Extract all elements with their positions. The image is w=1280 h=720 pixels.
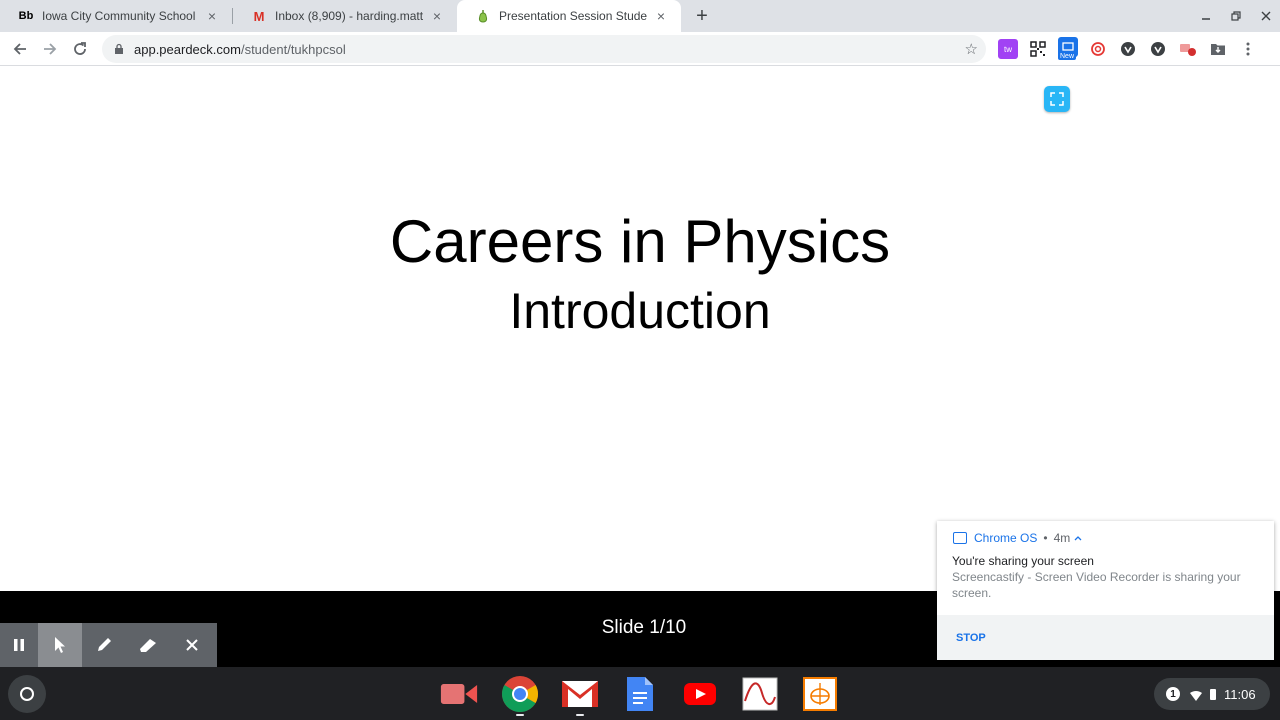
notification-time: 4m (1053, 531, 1071, 545)
download-folder-icon[interactable] (1208, 39, 1228, 59)
notification-actions: STOP (937, 615, 1274, 660)
stop-sharing-button[interactable]: STOP (956, 632, 986, 644)
tab-strip: Bb Iowa City Community School Dis × M In… (0, 0, 1280, 32)
back-icon[interactable] (7, 36, 33, 62)
notification-separator: • (1043, 531, 1048, 545)
forward-icon[interactable] (37, 36, 63, 62)
chrome-app-icon[interactable] (501, 675, 539, 716)
geogebra-app-icon[interactable] (801, 675, 839, 713)
close-tab-icon[interactable]: × (204, 8, 220, 24)
tab-title: Iowa City Community School Dis (42, 9, 198, 23)
close-tab-icon[interactable]: × (429, 8, 445, 24)
graphing-app-icon[interactable] (741, 675, 779, 713)
screen-sharing-notification: Chrome OS • 4m You're sharing your scree… (937, 521, 1274, 660)
restore-icon[interactable] (1226, 6, 1246, 26)
menu-kebab-icon[interactable] (1238, 39, 1258, 59)
gmail-app-icon[interactable] (561, 675, 599, 716)
eraser-tool-icon[interactable] (126, 623, 170, 667)
bookmark-star-icon[interactable]: ☆ (965, 40, 978, 58)
address-bar[interactable]: app.peardeck.com/student/tukhpcsol ☆ (102, 35, 986, 63)
shield-icon[interactable] (1118, 39, 1138, 59)
new-badge: New (1058, 53, 1077, 60)
cursor-tool-icon[interactable] (38, 623, 82, 667)
screencastify-toolbar (0, 623, 217, 667)
tab-iowa-city-schools[interactable]: Bb Iowa City Community School Dis × (0, 0, 232, 32)
notification-message: Screencastify - Screen Video Recorder is… (952, 570, 1241, 600)
google-docs-app-icon[interactable] (621, 675, 659, 713)
chevron-up-icon[interactable] (1074, 533, 1082, 544)
fullscreen-expand-icon[interactable] (1044, 86, 1070, 112)
slide-title: Careers in Physics (389, 208, 891, 275)
browser-toolbar: app.peardeck.com/student/tukhpcsol ☆ tw … (0, 32, 1280, 66)
slide-viewport: Careers in Physics Introduction (0, 67, 1280, 591)
peardeck-icon (475, 8, 491, 24)
lock-icon (114, 43, 126, 55)
close-tab-icon[interactable]: × (653, 8, 669, 24)
notification-header[interactable]: Chrome OS • 4m (953, 531, 1082, 545)
screen-share-icon (953, 532, 967, 544)
extension-swirl-icon[interactable] (1088, 39, 1108, 59)
screencastify-app-icon[interactable] (440, 675, 478, 713)
new-tab-button[interactable]: + (690, 4, 714, 28)
window-close-icon[interactable] (1256, 6, 1276, 26)
tab-title: Presentation Session Student (499, 9, 647, 23)
chromeos-shelf: 1 11:06 (0, 667, 1280, 720)
battery-icon (1210, 688, 1216, 700)
vpn-icon[interactable] (1148, 39, 1168, 59)
youtube-app-icon[interactable] (681, 675, 719, 713)
blackboard-icon: Bb (18, 10, 34, 22)
launcher-circle-icon (20, 687, 34, 701)
notification-title: You're sharing your screen (952, 554, 1094, 568)
gmail-icon: M (253, 8, 265, 24)
screen-recorder-icon[interactable] (1178, 39, 1198, 59)
reload-icon[interactable] (67, 36, 93, 62)
minimize-icon[interactable] (1196, 6, 1216, 26)
system-tray[interactable]: 1 11:06 (1154, 678, 1270, 710)
tab-title: Inbox (8,909) - harding.matt@ic (275, 9, 423, 23)
pen-tool-icon[interactable] (82, 623, 126, 667)
tab-presentation-session[interactable]: Presentation Session Student × (457, 0, 681, 32)
tab-gmail-inbox[interactable]: M Inbox (8,909) - harding.matt@ic × (233, 0, 457, 32)
wifi-icon (1190, 689, 1202, 701)
qr-code-icon[interactable] (1028, 39, 1048, 59)
app-running-indicator (516, 714, 524, 716)
launcher-button[interactable] (8, 675, 46, 713)
url-host: app.peardeck.com (134, 41, 241, 57)
close-toolbar-icon[interactable] (170, 623, 214, 667)
url-path: /student/tukhpcsol (240, 41, 346, 57)
notification-app-name: Chrome OS (974, 531, 1038, 545)
app-running-indicator (576, 714, 584, 716)
extension-puzzle-icon[interactable]: tw (998, 39, 1018, 59)
pause-recording-icon[interactable] (0, 623, 38, 667)
notification-count-badge: 1 (1166, 687, 1180, 701)
slide-subtitle: Introduction (509, 283, 771, 339)
clock: 11:06 (1224, 686, 1256, 702)
